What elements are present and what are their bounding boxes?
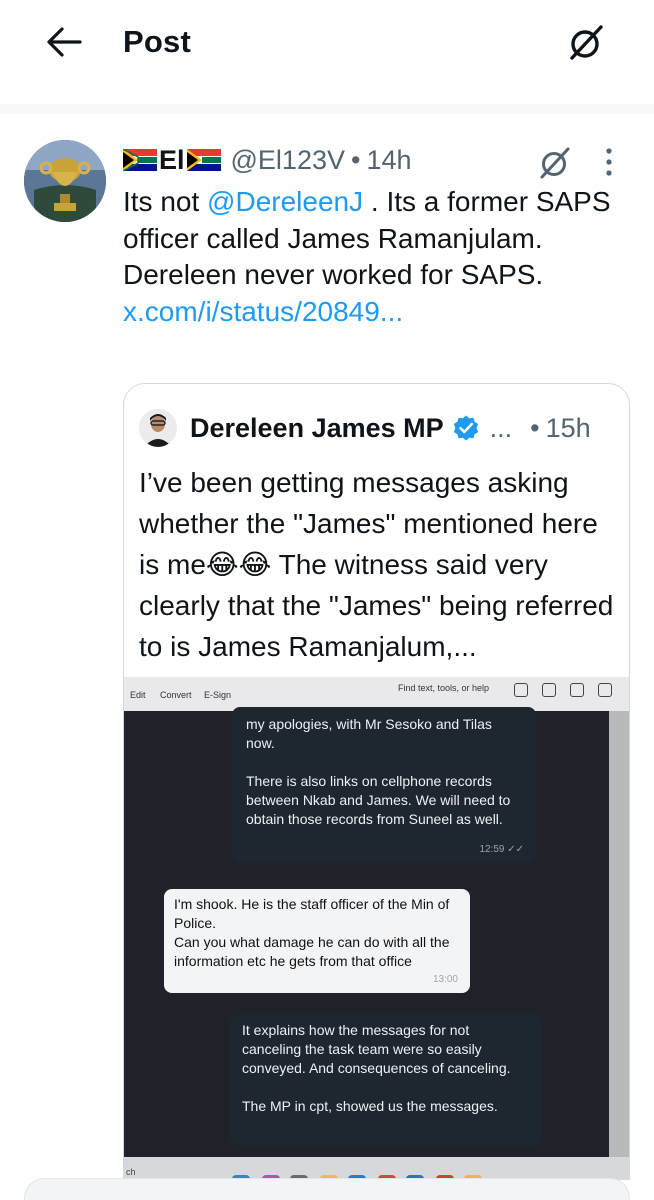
south-africa-flag-icon <box>186 149 221 171</box>
arrow-left-icon[interactable] <box>46 26 82 58</box>
quoted-header: Dereleen James MP ... • 15h <box>190 408 591 448</box>
avatar[interactable] <box>24 140 106 222</box>
post-image[interactable]: Edit Convert E-Sign Find text, tools, or… <box>124 677 629 1200</box>
toolbar-save-icon <box>542 683 556 697</box>
trophy-avatar-image <box>24 140 106 222</box>
south-africa-flag-icon <box>123 149 157 171</box>
mention-link[interactable]: @DereleenJ <box>207 186 363 217</box>
page-title: Post <box>123 24 191 59</box>
taskbar-label: ch <box>126 1167 136 1177</box>
top-bar: Post <box>0 0 654 104</box>
toolbar-print-icon <box>598 683 612 697</box>
toolbar-share-icon <box>570 683 584 697</box>
quoted-post[interactable]: Dereleen James MP ... • 15h I’ve been ge… <box>123 383 630 1200</box>
display-name[interactable]: El <box>159 145 185 176</box>
chat-message: I'm shook. He is the staff officer of th… <box>174 896 450 969</box>
status-link[interactable]: x.com/i/status/20849... <box>123 294 633 331</box>
tweet-header: El @El123V • 14h <box>123 140 412 180</box>
header-divider <box>0 104 654 114</box>
post-time[interactable]: 14h <box>366 145 411 176</box>
grok-icon[interactable] <box>566 22 606 62</box>
quoted-display-name[interactable]: Dereleen James MP <box>190 413 444 444</box>
verified-badge-icon <box>453 415 478 441</box>
chat-bubble-outgoing: my apologies, with Mr Sesoko and Tilas n… <box>232 707 536 863</box>
person-avatar-image <box>139 409 177 447</box>
quoted-text: I’ve been getting messages asking whethe… <box>139 462 619 667</box>
truncated-handle: ... <box>489 412 513 443</box>
toolbar-icons <box>514 683 612 697</box>
toolbar-esign: E-Sign <box>204 690 232 700</box>
screen-edge <box>609 705 629 1200</box>
quoted-post-time: 15h <box>545 412 591 443</box>
chat-message: It explains how the messages for not can… <box>242 1022 511 1114</box>
user-handle[interactable]: @El123V <box>231 145 345 176</box>
grok-icon[interactable] <box>537 144 573 180</box>
toolbar-tool-icon <box>514 683 528 697</box>
tweet-text: Its not @DereleenJ . Its a former SAPS o… <box>123 184 633 330</box>
toolbar-convert: Convert <box>160 690 192 700</box>
laughing-emoji: 😂😂 <box>205 549 272 580</box>
toolbar-search: Find text, tools, or help <box>398 683 490 693</box>
chat-timestamp: 12:59 ✓✓ <box>479 844 524 855</box>
separator-dot: • <box>530 412 540 443</box>
chat-bubble-outgoing: It explains how the messages for not can… <box>230 1015 542 1145</box>
tweet-text-part: Its not <box>123 186 208 217</box>
quoted-avatar <box>139 409 177 447</box>
chat-bubble-incoming: I'm shook. He is the staff officer of th… <box>164 889 470 993</box>
pdf-toolbar: Edit Convert E-Sign Find text, tools, or… <box>124 677 629 711</box>
toolbar-edit: Edit <box>130 690 146 700</box>
reply-input[interactable] <box>24 1178 630 1200</box>
separator-dot: • <box>351 144 361 175</box>
chat-message: my apologies, with Mr Sesoko and Tilas n… <box>246 716 511 827</box>
chat-timestamp: 13:00 <box>432 974 458 985</box>
more-options-icon[interactable] <box>603 146 615 178</box>
